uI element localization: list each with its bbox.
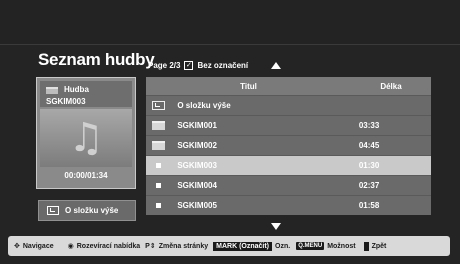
footer-popup: ◉ Rozevírací nabídka <box>67 242 141 251</box>
column-title: Titul <box>240 81 257 91</box>
up-folder-icon <box>47 206 59 215</box>
row-length: 03:33 <box>358 121 380 130</box>
scroll-up-arrow-icon[interactable] <box>271 62 281 69</box>
footer-nav: ✥ Navigace <box>14 242 54 251</box>
music-file-icon <box>156 163 162 168</box>
music-file-icon <box>156 183 162 188</box>
mark-checkbox-icon[interactable]: ✓ <box>184 61 194 70</box>
table-header: Titul Délka <box>146 77 431 95</box>
up-folder-label: O složku výše <box>65 206 119 215</box>
music-note-icon: ♫ <box>68 115 104 161</box>
row-length: 01:30 <box>358 161 380 170</box>
mark-label: Bez označení <box>197 61 249 70</box>
row-length: 02:37 <box>358 181 380 190</box>
table-row[interactable]: SGKIM004 02:37 <box>146 175 431 195</box>
row-name: SGKIM002 <box>177 141 217 150</box>
footer-help-bar: ✥ Navigace ◉ Rozevírací nabídka P⇕ Změna… <box>8 236 450 256</box>
music-file-icon <box>156 203 162 208</box>
folder-icon <box>152 121 166 130</box>
mark-key: MARK (Označit) <box>213 241 273 251</box>
scroll-down-arrow-icon[interactable] <box>271 223 281 230</box>
table-row[interactable]: O složku výše <box>146 95 431 115</box>
column-length: Délka <box>380 81 402 91</box>
top-bar <box>0 0 460 44</box>
page-info: Page 2/3 ✓ Bez označení <box>148 61 248 70</box>
folder-icon <box>152 141 166 150</box>
preview-folder-name: Hudba <box>64 85 89 94</box>
table-row[interactable]: SGKIM005 01:58 <box>146 195 431 215</box>
up-folder-icon <box>152 101 166 110</box>
back-icon <box>363 241 369 251</box>
file-table: Titul Délka O složku výše SGKIM001 03:33… <box>146 77 431 215</box>
page-title: Seznam hudby <box>38 50 155 69</box>
footer-back: Zpět <box>363 241 386 251</box>
album-art: ♫ <box>40 109 132 167</box>
navigation-icon: ✥ <box>14 243 20 250</box>
row-length: 01:58 <box>358 201 380 210</box>
footer-page: P⇕ Změna stránky <box>145 242 209 251</box>
page-change-icon: P⇕ <box>145 243 156 250</box>
footer-options: Q.MENU Možnost <box>296 242 356 250</box>
playback-time: 00:00/01:34 <box>64 171 108 180</box>
up-folder-button[interactable]: O složku výše <box>38 200 136 221</box>
ok-button-icon: ◉ <box>67 243 74 250</box>
preview-file-name: SGKIM003 <box>46 97 86 106</box>
preview-panel: Hudba SGKIM003 ♫ 00:00/01:34 <box>36 77 136 189</box>
row-name: SGKIM005 <box>177 201 217 210</box>
row-name: SGKIM001 <box>177 121 217 130</box>
table-row[interactable]: SGKIM002 04:45 <box>146 135 431 155</box>
divider <box>0 44 460 45</box>
row-length: 04:45 <box>358 141 380 150</box>
preview-header: Hudba SGKIM003 <box>40 81 132 107</box>
table-row-selected[interactable]: SGKIM003 01:30 <box>146 155 431 175</box>
row-name: SGKIM004 <box>177 181 217 190</box>
row-name: SGKIM003 <box>177 161 217 170</box>
table-row[interactable]: SGKIM001 03:33 <box>146 115 431 135</box>
qmenu-key: Q.MENU <box>296 242 325 250</box>
folder-icon <box>46 87 58 94</box>
page-indicator: Page 2/3 <box>148 61 181 70</box>
row-name: O složku výše <box>177 101 231 110</box>
footer-mark: MARK (Označit) Ozn. <box>213 241 290 251</box>
